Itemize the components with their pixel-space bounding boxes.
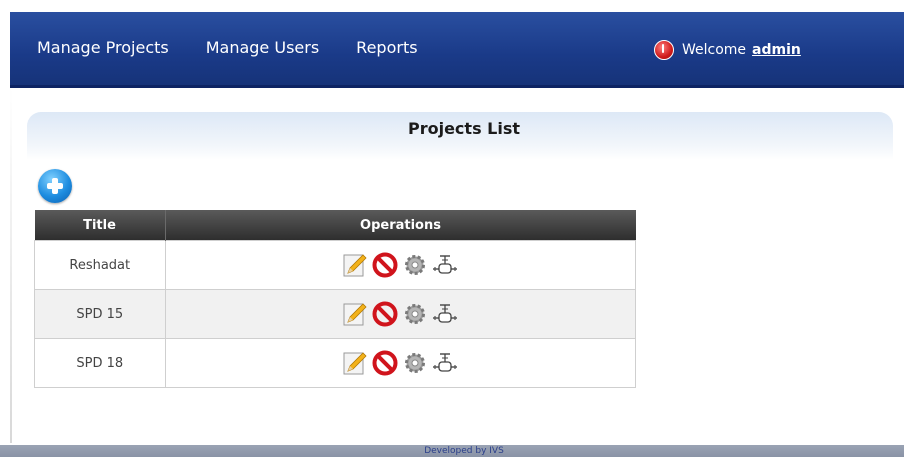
welcome-label: Welcome [682, 42, 747, 58]
table-row: SPD 18 [34, 338, 636, 388]
table-header-row: Title Operations [34, 210, 636, 241]
settings-gear-icon[interactable] [402, 301, 428, 327]
nav-reports[interactable]: Reports [356, 38, 417, 57]
footer-credit: Developed by IVS [424, 446, 504, 456]
delete-no-icon[interactable] [372, 350, 398, 376]
edit-pencil-icon[interactable] [342, 301, 368, 327]
valve-icon[interactable] [432, 252, 458, 278]
column-header-title: Title [34, 210, 166, 241]
edit-pencil-icon[interactable] [342, 350, 368, 376]
panel-edge-divider [10, 88, 12, 443]
nav-manage-projects[interactable]: Manage Projects [37, 38, 169, 57]
page-title: Projects List [407, 119, 521, 138]
project-title-cell: SPD 18 [34, 338, 166, 388]
projects-table: Title Operations Reshadat SPD 15 SPD 18 [34, 210, 636, 388]
main-nav: Manage Projects Manage Users Reports [37, 38, 418, 57]
delete-no-icon[interactable] [372, 301, 398, 327]
logout-power-icon[interactable] [654, 40, 674, 60]
user-welcome: Welcome admin [654, 40, 801, 60]
table-row: Reshadat [34, 240, 636, 290]
edit-pencil-icon[interactable] [342, 252, 368, 278]
settings-gear-icon[interactable] [402, 350, 428, 376]
project-title-cell: Reshadat [34, 240, 166, 290]
delete-no-icon[interactable] [372, 252, 398, 278]
operations-cell [164, 289, 636, 339]
nav-manage-users[interactable]: Manage Users [206, 38, 319, 57]
top-navigation-bar: Manage Projects Manage Users Reports Wel… [10, 12, 904, 88]
valve-icon[interactable] [432, 350, 458, 376]
add-project-button[interactable] [38, 169, 72, 203]
valve-icon[interactable] [432, 301, 458, 327]
operations-cell [164, 240, 636, 290]
settings-gear-icon[interactable] [402, 252, 428, 278]
operations-cell [164, 338, 636, 388]
table-row: SPD 15 [34, 289, 636, 339]
username-link[interactable]: admin [752, 42, 801, 58]
project-title-cell: SPD 15 [34, 289, 166, 339]
column-header-operations: Operations [165, 210, 636, 241]
